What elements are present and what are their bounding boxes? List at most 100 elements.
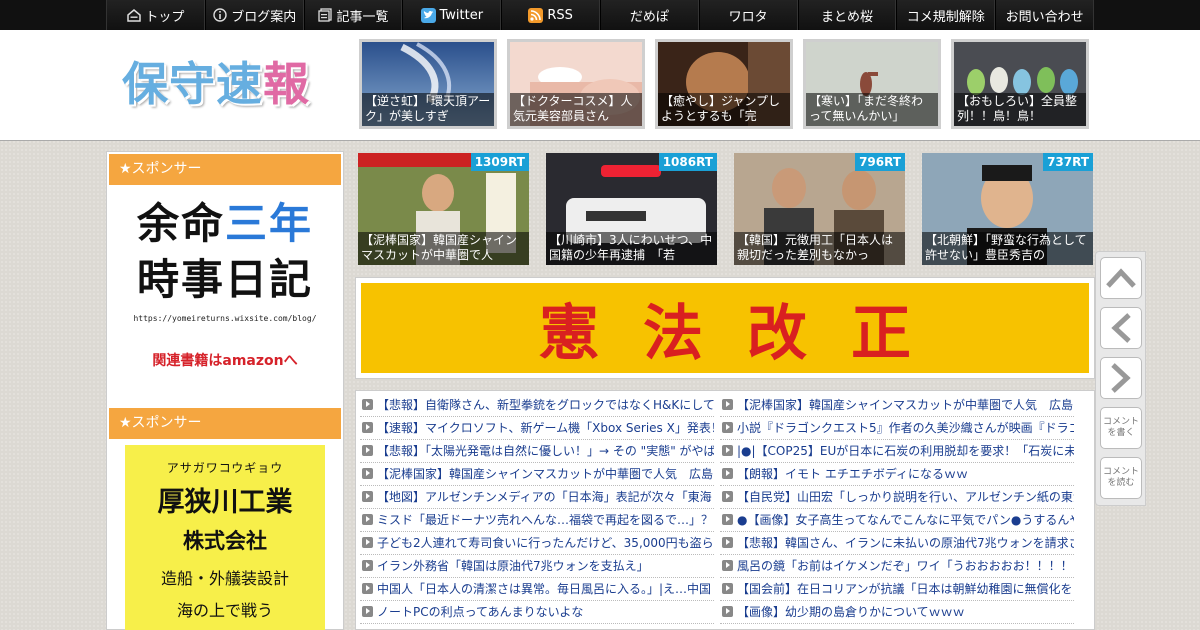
site-logo[interactable]: 保守速報 [122, 54, 310, 114]
nav-label: Twitter [439, 7, 484, 23]
write-comment-button[interactable]: コメントを書く [1100, 407, 1142, 449]
next-article-button[interactable] [1100, 357, 1142, 399]
featured-thumb[interactable]: 【寒い】「まだ冬終わって無いんかい」 [803, 39, 941, 129]
nav-item-article-list[interactable]: 記事一覧 [303, 0, 403, 30]
article-title: 中国人「日本人の清潔さは異常。毎日風呂に入る。」|え…中国 [377, 582, 712, 596]
nav-item-matome-sakura[interactable]: まとめ桜 [797, 0, 897, 30]
nav-item-twitter[interactable]: Twitter [402, 0, 502, 30]
article-link[interactable]: 【泥棒国家】韓国産シャインマスカットが中華圏で人気 広島 [360, 463, 714, 486]
article-link[interactable]: 【国会前】在日コリアンが抗議「日本は朝鮮幼稚園に無償化を [720, 578, 1074, 601]
arrow-bullet-icon [362, 422, 373, 433]
nav-item-rss[interactable]: RSS [501, 0, 600, 30]
ad-business: 造船・外艤装設計 [160, 569, 289, 588]
prev-article-button[interactable] [1100, 307, 1142, 349]
rss-icon [528, 7, 544, 23]
article-link[interactable]: ノートPCの利点ってあんまりないよな [360, 601, 714, 624]
featured-thumb[interactable]: 【ドクターコスメ】人気元美容部員さん [507, 39, 645, 129]
ad-company-type: 株式会社 [183, 529, 267, 553]
ad-company-name: 厚狭川工業 [157, 487, 293, 518]
list-icon [317, 8, 332, 23]
nav-item-blog-guide[interactable]: ブログ案内 [204, 0, 304, 30]
article-link[interactable]: 【速報】マイクロソフト、新ゲーム機「Xbox Series X」発表！ [360, 417, 714, 440]
logo-text-blue: 保守速 [122, 57, 263, 111]
arrow-bullet-icon [722, 560, 733, 571]
logo-text-pink: 報 [263, 57, 310, 111]
rt-count-badge: 1309RT [470, 153, 529, 171]
article-link[interactable]: 【悲報】自衛隊さん、新型拳銃をグロックではなくH&Kにして [360, 394, 714, 417]
arrow-bullet-icon [722, 491, 733, 502]
article-list-box: 【悲報】自衛隊さん、新型拳銃をグロックではなくH&Kにして 【速報】マイクロソフ… [355, 390, 1095, 630]
nav-label: お問い合わせ [1005, 9, 1084, 25]
nav-label: コメ規制解除 [906, 9, 985, 25]
article-link[interactable]: |●|【COP25】EUが日本に石炭の利用脱却を要求！「石炭に未来 [720, 440, 1074, 463]
nav-label: ワロタ [728, 9, 768, 25]
featured-thumbnails: 【逆さ虹】「環天頂アーク」が美しすぎ 【ドクターコスメ】人気元美容部員さん 【癒… [359, 39, 1089, 129]
arrow-bullet-icon [722, 468, 733, 479]
ad-kana: アサガワコウギョウ [166, 461, 284, 475]
article-link[interactable]: 【画像】幼少期の島倉りかについてｗｗｗ [720, 601, 1074, 624]
sponsor-ad-asagawa[interactable]: アサガワコウギョウ 厚狭川工業 株式会社 造船・外艤装設計 海の上で戦う [125, 445, 325, 630]
rt-count-badge: 796RT [855, 153, 905, 171]
scroll-top-button[interactable] [1100, 257, 1142, 299]
featured-thumb[interactable]: 【逆さ虹】「環天頂アーク」が美しすぎ [359, 39, 497, 129]
article-title: ノートPCの利点ってあんまりないよな [377, 605, 584, 619]
article-title: ミスド「最近ドーナツ売れへんな…福袋で再起を図るで…」？ [377, 513, 714, 527]
article-title: ●【画像】女子高生ってなんでこんなに平気でパン●うするんや [737, 513, 1074, 527]
article-title: |●|【COP25】EUが日本に石炭の利用脱却を要求！「石炭に未来 [737, 444, 1074, 458]
article-link[interactable]: ミスド「最近ドーナツ売れへんな…福袋で再起を図るで…」？ [360, 509, 714, 532]
nav-item-warota[interactable]: ワロタ [698, 0, 798, 30]
nav-item-comment-unblock[interactable]: コメ規制解除 [896, 0, 996, 30]
article-list-left: 【悲報】自衛隊さん、新型拳銃をグロックではなくH&Kにして 【速報】マイクロソフ… [360, 394, 714, 624]
rt-card[interactable]: 1086RT 【川崎市】3人にわいせつ、中国籍の少年再逮捕 「若 [546, 153, 717, 265]
sponsor-heading: ★スポンサー [109, 154, 341, 185]
nav-item-contact[interactable]: お問い合わせ [995, 0, 1094, 30]
top-nav-bar: トップ ブログ案内 記事一覧 Twitter RSS だめぽ ワロタ まとめ桜 … [0, 0, 1200, 30]
article-title: 子ども2人連れて寿司食いに行ったんだけど、35,000円も盗られ [377, 536, 714, 550]
article-title: 【国会前】在日コリアンが抗議「日本は朝鮮幼稚園に無償化を [737, 582, 1073, 596]
nav-label: だめぽ [629, 9, 669, 25]
arrow-bullet-icon [362, 491, 373, 502]
site-header: 保守速報 【逆さ虹】「環天頂アーク」が美しすぎ 【ドクターコスメ】人気元美容部員… [0, 30, 1200, 141]
article-title: 【悲報】自衛隊さん、新型拳銃をグロックではなくH&Kにして [377, 398, 714, 412]
article-link[interactable]: 【悲報】「太陽光発電は自然に優しい！」→ その "実態" がやば [360, 440, 714, 463]
ad-amazon-link[interactable]: 関連書籍はamazonへ [125, 350, 325, 370]
article-link[interactable]: 中国人「日本人の清潔さは異常。毎日風呂に入る。」|え…中国 [360, 578, 714, 601]
article-link[interactable]: イラン外務省「韓国は原油代7兆ウォンを支払え」 [360, 555, 714, 578]
article-link[interactable]: 【地図】アルゼンチンメディアの「日本海」表記が次々「東海 [360, 486, 714, 509]
article-link[interactable]: 風呂の鏡「お前はイケメンだぞ」ワイ「うおおおおお！！！！ [720, 555, 1074, 578]
arrow-bullet-icon [362, 537, 373, 548]
ad-line1-black: 余命 [136, 199, 225, 248]
nav-item-damepo[interactable]: だめぽ [599, 0, 699, 30]
featured-thumb[interactable]: 【癒やし】ジャンプしようとするも「完 [655, 39, 793, 129]
nav-label: RSS [547, 7, 573, 23]
article-link[interactable]: 小説『ドラゴンクエスト5』作者の久美沙織さんが映画『ドラゴ [720, 417, 1074, 440]
rt-card[interactable]: 796RT 【韓国】元徴用工「日本人は親切だった差別もなかっ [734, 153, 905, 265]
article-link[interactable]: 【朗報】イモト エチエチボディになるｗｗ [720, 463, 1074, 486]
article-title: 小説『ドラゴンクエスト5』作者の久美沙織さんが映画『ドラゴ [737, 421, 1074, 435]
read-comment-button[interactable]: コメントを読む [1100, 457, 1142, 499]
rt-card[interactable]: 1309RT 【泥棒国家】韓国産シャインマスカットが中華圏で人 [358, 153, 529, 265]
floating-nav-panel: コメントを書く コメントを読む [1095, 251, 1146, 506]
article-link[interactable]: ●【画像】女子高生ってなんでこんなに平気でパン●うするんや [720, 509, 1074, 532]
arrow-bullet-icon [722, 583, 733, 594]
sponsor-ad-yomei[interactable]: 余命三年 時事日記 https://yomeireturns.wixsite.c… [125, 196, 325, 384]
arrow-bullet-icon [362, 445, 373, 456]
featured-thumb[interactable]: 【おもしろい】全員整列！！鳥！鳥！ [951, 39, 1089, 129]
home-icon [126, 8, 141, 23]
article-title: 【速報】マイクロソフト、新ゲーム機「Xbox Series X」発表！ [377, 421, 714, 435]
ad-line1: 余命三年 [125, 196, 325, 252]
left-sidebar: ★スポンサー 余命三年 時事日記 https://yomeireturns.wi… [106, 151, 344, 630]
article-link[interactable]: 【悲報】韓国さん、イランに未払いの原油代7兆ウォンを請求され [720, 532, 1074, 555]
article-link[interactable]: 子ども2人連れて寿司食いに行ったんだけど、35,000円も盗られ [360, 532, 714, 555]
article-link[interactable]: 【泥棒国家】韓国産シャインマスカットが中華圏で人気 広島 [720, 394, 1074, 417]
nav-item-top[interactable]: トップ [106, 0, 205, 30]
rt-card[interactable]: 737RT 【北朝鮮】「野蛮な行為として許せない」豊臣秀吉の [922, 153, 1093, 265]
nav-label: トップ [145, 9, 185, 25]
article-title: 【悲報】韓国さん、イランに未払いの原油代7兆ウォンを請求され [737, 536, 1074, 550]
article-title: 【泥棒国家】韓国産シャインマスカットが中華圏で人気 広島 [377, 467, 714, 481]
rt-caption: 【北朝鮮】「野蛮な行為として許せない」豊臣秀吉の [922, 232, 1093, 265]
article-link[interactable]: 【自民党】山田宏「しっかり説明を行い、アルゼンチン紙の東海 [720, 486, 1074, 509]
rt-count-badge: 1086RT [658, 153, 717, 171]
arrow-bullet-icon [722, 514, 733, 525]
constitution-banner[interactable]: 憲法改正 [361, 283, 1089, 373]
